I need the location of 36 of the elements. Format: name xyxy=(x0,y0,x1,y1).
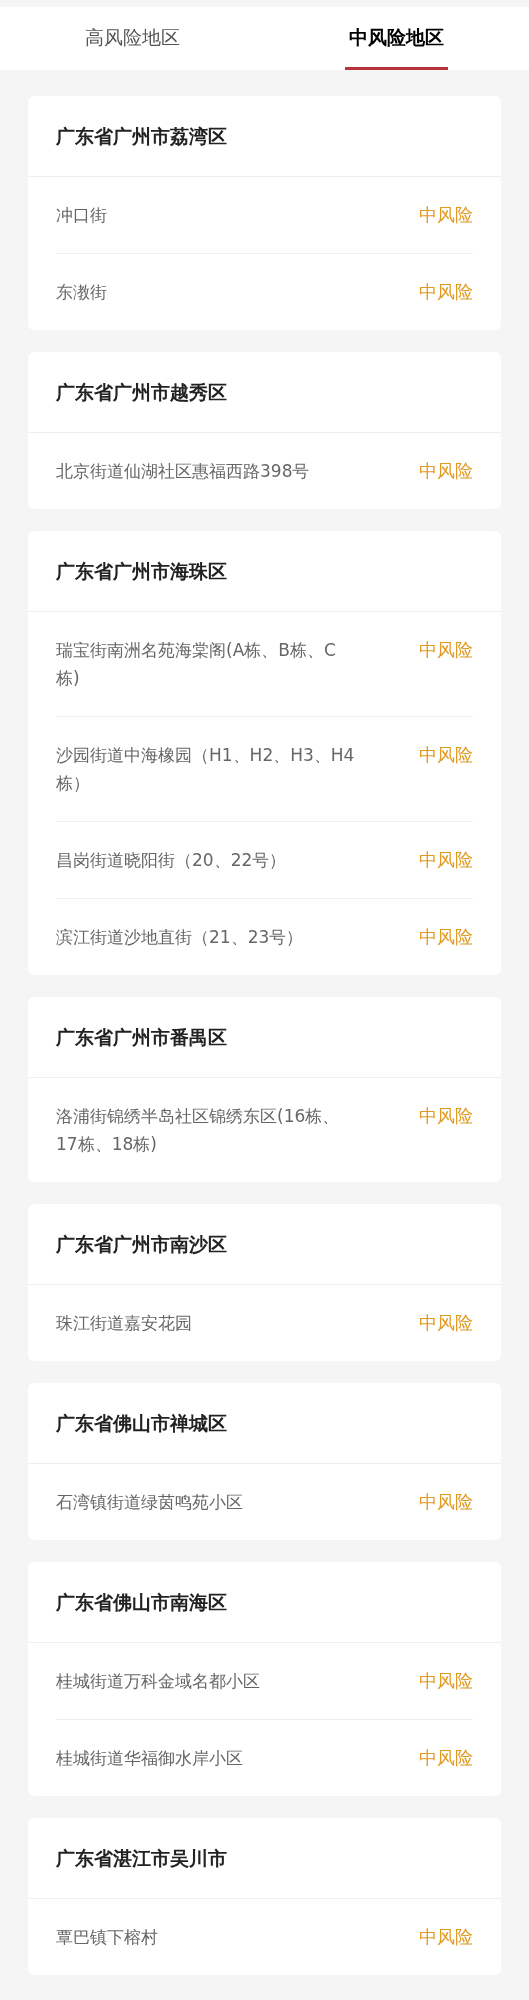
risk-level: 中风险 xyxy=(419,743,473,767)
risk-level: 中风险 xyxy=(419,459,473,483)
risk-level: 中风险 xyxy=(419,925,473,949)
area-name: 昌岗街道晓阳街（20、22号） xyxy=(56,849,287,872)
area-name: 珠江街道嘉安花园 xyxy=(56,1312,192,1335)
risk-level: 中风险 xyxy=(419,1669,473,1693)
area-name: 冲口街 xyxy=(56,204,107,227)
region-title: 广东省湛江市吴川市 xyxy=(56,1845,227,1871)
risk-level: 中风险 xyxy=(419,848,473,872)
area-name: 东漖街 xyxy=(56,281,107,304)
region-title: 广东省广州市番禺区 xyxy=(56,1024,227,1050)
risk-level: 中风险 xyxy=(419,280,473,304)
risk-level: 中风险 xyxy=(419,1746,473,1770)
area-name: 桂城街道华福御水岸小区 xyxy=(56,1747,243,1770)
area-name: 瑞宝街南洲名苑海棠阁(A栋、B栋、C栋) xyxy=(56,639,337,690)
area-name: 洛浦街锦绣半岛社区锦绣东区(16栋、17栋、18栋) xyxy=(56,1105,341,1156)
region-title: 广东省佛山市禅城区 xyxy=(56,1410,227,1436)
region-title: 广东省广州市越秀区 xyxy=(56,379,227,405)
tab[interactable]: 高风险地区 xyxy=(80,7,184,70)
area-name: 滨江街道沙地直街（21、23号） xyxy=(56,926,304,949)
risk-level: 中风险 xyxy=(419,1104,473,1128)
area-name: 北京街道仙湖社区惠福西路398号 xyxy=(56,460,310,483)
risk-level: 中风险 xyxy=(419,1490,473,1514)
risk-level: 中风险 xyxy=(419,203,473,227)
area-name: 石湾镇街道绿茵鸣苑小区 xyxy=(56,1491,243,1514)
area-name: 覃巴镇下榕村 xyxy=(56,1926,158,1949)
region-title: 广东省佛山市南海区 xyxy=(56,1589,227,1615)
region-title: 广东省广州市荔湾区 xyxy=(56,123,227,149)
risk-level: 中风险 xyxy=(419,1311,473,1335)
region-title: 广东省广州市海珠区 xyxy=(56,558,227,584)
risk-level: 中风险 xyxy=(419,638,473,662)
area-name: 桂城街道万科金域名都小区 xyxy=(56,1670,260,1693)
area-name: 沙园街道中海橡园（H1、H2、H3、H4栋） xyxy=(56,744,356,795)
region-title: 广东省广州市南沙区 xyxy=(56,1231,227,1257)
tab[interactable]: 中风险地区 xyxy=(345,7,449,70)
risk-level: 中风险 xyxy=(419,1925,473,1949)
